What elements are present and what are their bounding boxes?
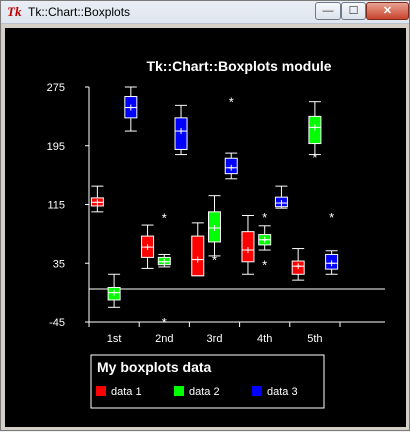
y-tick-label: 195 (47, 141, 65, 153)
legend-swatch (96, 386, 106, 396)
series-data-3: ** (124, 86, 339, 275)
tk-app-icon: Tk (7, 4, 22, 19)
outlier-marker: * (162, 211, 167, 226)
y-tick-label: 35 (53, 258, 65, 270)
legend-title: My boxplots data (97, 359, 212, 375)
legend: My boxplots data data 1 data 2 data 3 (90, 354, 325, 409)
close-button[interactable]: ✕ (366, 2, 409, 20)
minimize-button[interactable]: — (315, 2, 341, 20)
app-window: Tk Tk::Chart::Boxplots — ☐ ✕ Tk::Chart::… (0, 0, 410, 431)
maximize-button[interactable]: ☐ (341, 2, 366, 20)
chart-title: Tk::Chart::Boxplots module (146, 58, 331, 74)
box (191, 235, 205, 277)
title-bar[interactable]: Tk Tk::Chart::Boxplots — ☐ ✕ (1, 1, 409, 24)
legend-label: data 2 (189, 386, 220, 398)
close-icon: ✕ (382, 5, 393, 17)
x-tick-label: 5th (307, 333, 322, 345)
outlier-marker: * (162, 315, 167, 330)
x-tick-label: 1st (107, 333, 122, 345)
outlier-marker: * (262, 258, 267, 273)
legend-label: data 3 (267, 386, 298, 398)
chart-canvas: Tk::Chart::Boxplots module 27519511535-4… (5, 28, 406, 427)
outlier-marker: * (312, 150, 317, 165)
boxplot-series: ******** (90, 86, 339, 330)
y-tick-label: 275 (47, 82, 65, 94)
outlier-marker: * (229, 95, 234, 110)
x-tick-label: 3rd (207, 333, 223, 345)
minimize-icon: — (322, 5, 334, 17)
outlier-marker: * (329, 210, 334, 225)
legend-swatch (174, 386, 184, 396)
series-data-1 (90, 185, 305, 281)
series-data-2: * * * * * * (107, 101, 322, 330)
outlier-marker: * (262, 210, 267, 225)
x-tick-label: 2nd (155, 333, 173, 345)
outlier-marker: * (212, 253, 217, 268)
boxplot-chart: Tk::Chart::Boxplots module 27519511535-4… (47, 58, 385, 409)
y-tick-label: -45 (49, 317, 65, 329)
box (241, 231, 255, 263)
window-title: Tk::Chart::Boxplots (28, 5, 131, 19)
y-tick-label: 115 (47, 200, 65, 212)
legend-swatch (252, 386, 262, 396)
legend-label: data 1 (111, 386, 142, 398)
maximize-icon: ☐ (348, 5, 359, 17)
x-tick-label: 4th (257, 333, 272, 345)
